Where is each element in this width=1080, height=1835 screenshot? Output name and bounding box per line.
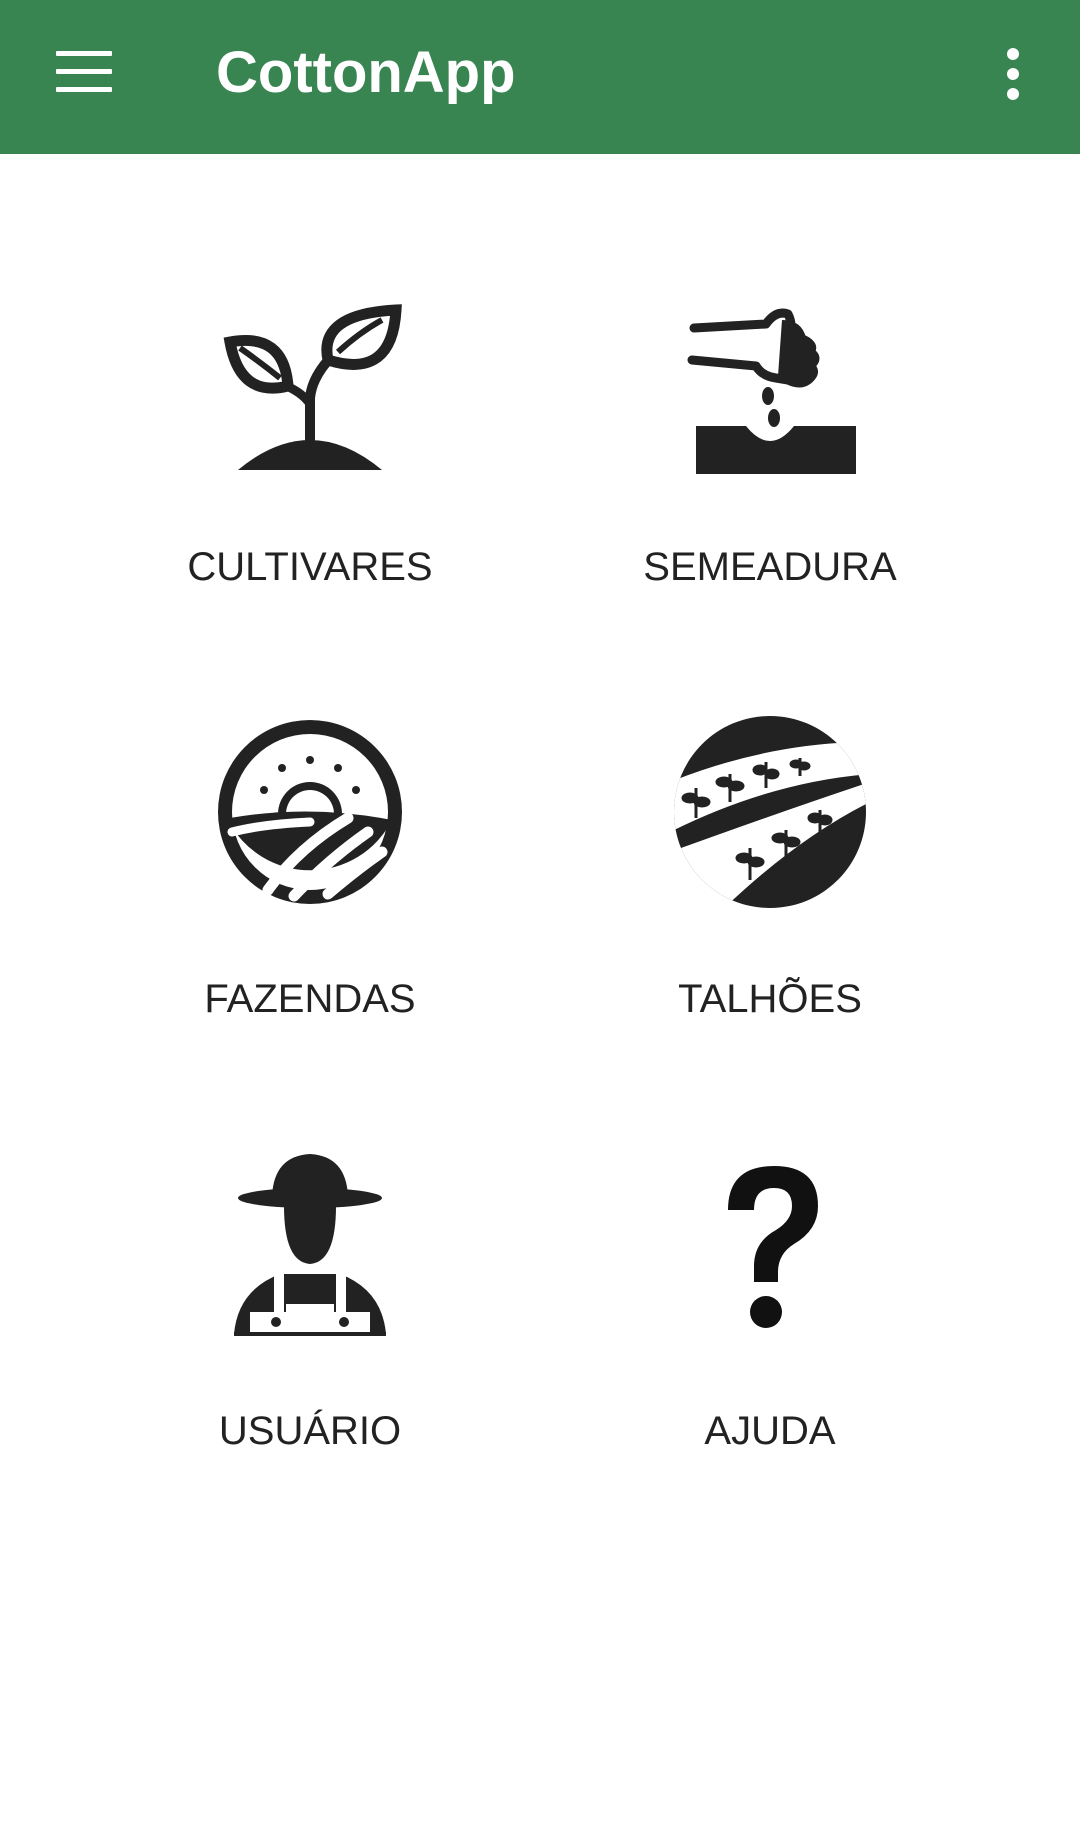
tile-label: USUÁRIO xyxy=(218,1409,402,1453)
field-plots-icon xyxy=(670,712,870,912)
tile-ajuda[interactable]: AJUDA xyxy=(560,1144,980,1544)
menu-button[interactable] xyxy=(40,37,128,107)
overflow-menu-button[interactable] xyxy=(980,36,1046,112)
farm-sunrise-icon xyxy=(210,712,410,912)
tile-fazendas[interactable]: FAZENDAS xyxy=(100,712,520,1112)
tile-talhoes[interactable]: TALHÕES xyxy=(560,712,980,1112)
tile-usuario[interactable]: USUÁRIO xyxy=(100,1144,520,1544)
question-mark-icon xyxy=(670,1144,870,1344)
tile-semeadura[interactable]: SEMEADURA xyxy=(560,280,980,680)
tile-cultivares[interactable]: CULTIVARES xyxy=(100,280,520,680)
tile-label: AJUDA xyxy=(704,1409,836,1453)
app-bar: CottonApp xyxy=(0,0,1080,154)
tile-label: FAZENDAS xyxy=(204,977,416,1021)
sowing-hand-icon xyxy=(670,280,870,480)
app-title: CottonApp xyxy=(216,40,516,105)
seedling-icon xyxy=(210,280,410,480)
farmer-icon xyxy=(210,1144,410,1344)
tile-label: CULTIVARES xyxy=(187,545,433,589)
tile-label: SEMEADURA xyxy=(643,545,897,589)
tile-label: TALHÕES xyxy=(678,977,862,1021)
